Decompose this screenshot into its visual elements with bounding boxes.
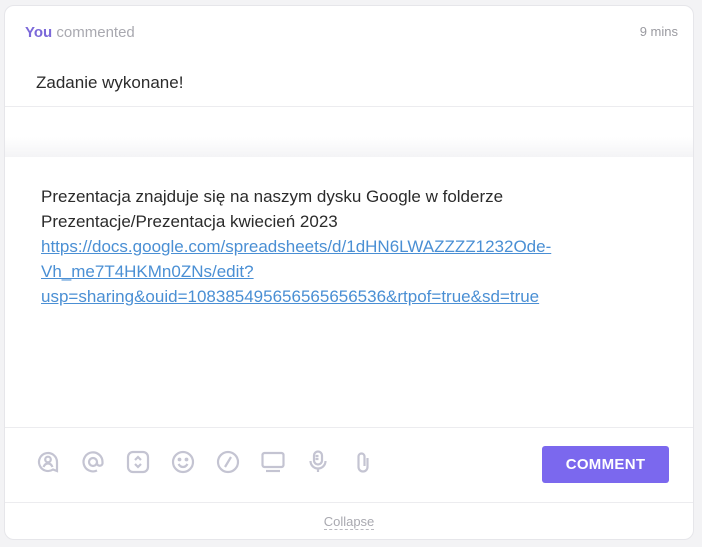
mention-icon[interactable] xyxy=(80,449,106,475)
editor-line: Prezentacje/Prezentacja kwiecień 2023 xyxy=(41,212,338,231)
drive-link-part[interactable]: Vh_me7T4HKMn0ZNs/edit? xyxy=(41,259,601,284)
emoji-icon[interactable] xyxy=(170,449,196,475)
comment-card: You commented 9 mins Zadanie wykonane! P… xyxy=(4,5,694,540)
attachment-icon[interactable] xyxy=(350,449,376,475)
comment-header: You commented xyxy=(25,24,135,41)
editor-content[interactable]: Prezentacja znajduje się na naszym dysku… xyxy=(41,184,601,309)
comment-text: Zadanie wykonane! xyxy=(36,73,184,92)
action-label: commented xyxy=(56,24,135,41)
collapse-row: Collapse xyxy=(5,514,693,530)
collapse-link[interactable]: Collapse xyxy=(323,514,375,530)
timestamp: 9 mins xyxy=(639,24,678,39)
comment-editor[interactable]: Prezentacja znajduje się na naszym dysku… xyxy=(5,157,693,427)
drive-link-part[interactable]: https://docs.google.com/spreadsheets/d/1… xyxy=(41,234,601,259)
drive-link-part[interactable]: usp=sharing&ouid=108385495656565656536&r… xyxy=(41,284,601,309)
editor-line: Prezentacja znajduje się na naszym dysku… xyxy=(41,187,504,206)
screen-record-icon[interactable] xyxy=(260,449,286,475)
microphone-icon[interactable] xyxy=(305,449,331,475)
spacer xyxy=(5,107,693,157)
slash-command-icon[interactable] xyxy=(215,449,241,475)
toggle-icon[interactable] xyxy=(125,449,151,475)
assign-comment-icon[interactable] xyxy=(35,449,61,475)
author-name[interactable]: You xyxy=(25,24,52,41)
divider xyxy=(5,502,693,503)
divider xyxy=(5,427,693,428)
editor-toolbar xyxy=(35,449,376,475)
comment-button[interactable]: COMMENT xyxy=(542,446,669,483)
